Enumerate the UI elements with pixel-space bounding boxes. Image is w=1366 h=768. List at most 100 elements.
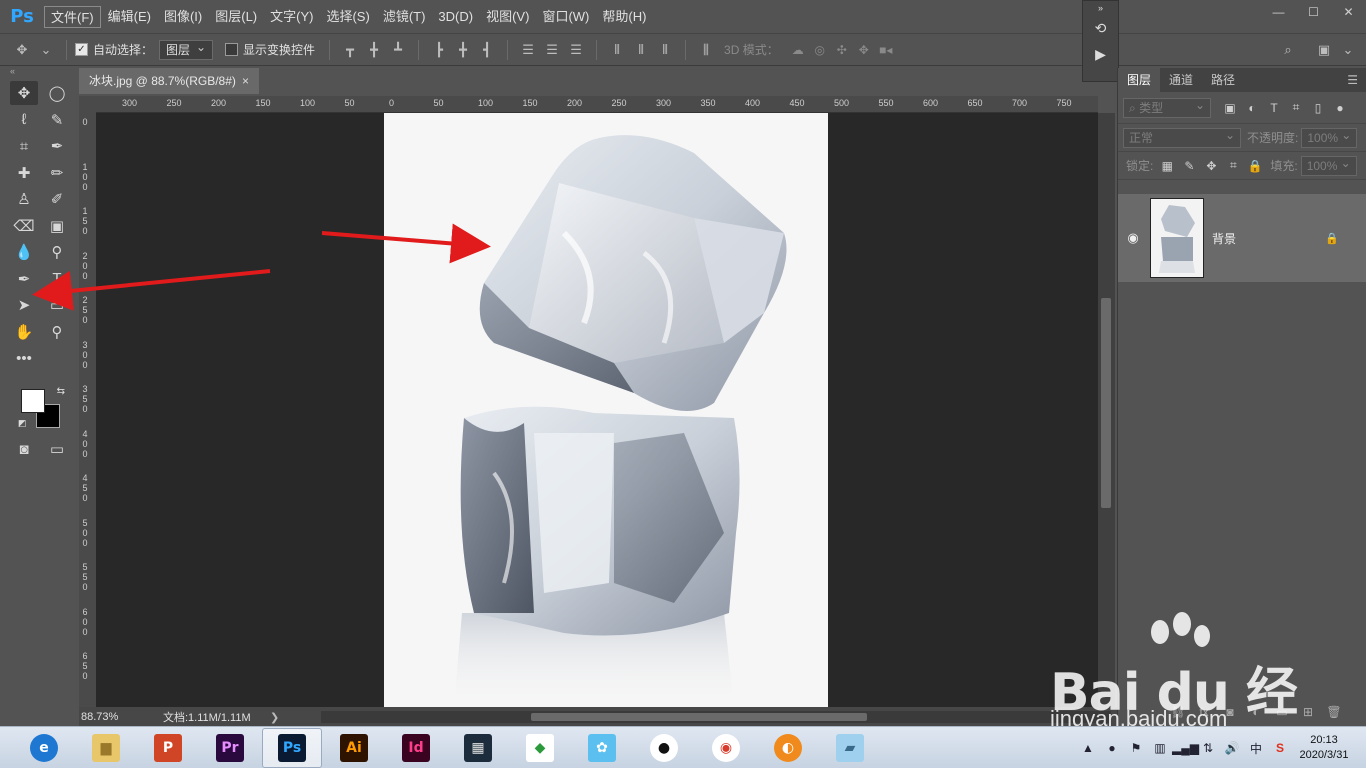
auto-select-target-dropdown[interactable]: 图层 xyxy=(159,38,214,60)
workspace-icon[interactable]: ▣ xyxy=(1314,40,1334,60)
screen-mode-icon[interactable]: ▭ xyxy=(43,437,71,461)
smart-object-filter-icon[interactable]: ▯ xyxy=(1307,101,1329,115)
blend-mode-dropdown[interactable]: 正常 xyxy=(1123,126,1241,148)
horizontal-scrollbar-thumb[interactable] xyxy=(531,713,867,721)
rectangle-tool-icon[interactable]: ▭ xyxy=(43,293,71,317)
adjustment-layer-icon[interactable]: ◐ xyxy=(1243,705,1269,719)
foreground-color[interactable] xyxy=(21,389,45,413)
play-actions-icon[interactable]: ▶ xyxy=(1083,41,1118,67)
move-tool-icon[interactable]: ✥ xyxy=(12,40,32,60)
visibility-eye-icon[interactable]: ◉ xyxy=(1118,230,1148,246)
menu-select[interactable]: 选择(S) xyxy=(320,6,375,28)
menu-help[interactable]: 帮助(H) xyxy=(596,6,652,28)
connection-icon[interactable]: ⇅ xyxy=(1196,741,1220,755)
menu-layer[interactable]: 图层(L) xyxy=(209,6,263,28)
menu-filter[interactable]: 滤镜(T) xyxy=(377,6,432,28)
taskbar-notes[interactable]: ▰ xyxy=(820,728,880,768)
device-icon[interactable]: ▥ xyxy=(1148,741,1172,755)
link-layers-icon[interactable]: ⛓ xyxy=(1165,705,1191,719)
taskbar-photoshop[interactable]: Ps xyxy=(262,727,322,768)
lock-all-icon[interactable]: 🔒 xyxy=(1244,159,1266,173)
align-hcenter-icon[interactable]: ╋ xyxy=(453,40,473,60)
distribute-vcenter-icon[interactable]: ☰ xyxy=(542,40,562,60)
vertical-scrollbar-thumb[interactable] xyxy=(1101,298,1111,508)
flag-icon[interactable]: ⚑ xyxy=(1124,741,1148,755)
ruler-top[interactable]: 300 250 200 150 100 50 0 50 100 150 200 250 300 350 40… xyxy=(96,96,1098,113)
history-icon[interactable]: ⟲ xyxy=(1083,15,1118,41)
ruler-left[interactable]: 0 100 150 200 250 300 350 400 450 500 550 600 650 xyxy=(79,113,96,707)
chevron-down-icon[interactable]: ⌄ xyxy=(1338,40,1358,60)
tab-channels[interactable]: 通道 xyxy=(1160,68,1202,92)
delete-layer-icon[interactable]: 🗑 xyxy=(1321,705,1347,719)
zoom-tool-icon[interactable]: ⚲ xyxy=(43,320,71,344)
distribute-hcenter-icon[interactable]: ⫴ xyxy=(631,40,651,60)
clone-stamp-tool-icon[interactable]: ♙ xyxy=(10,187,38,211)
document-tab[interactable]: 冰块.jpg @ 88.7%(RGB/8#) × xyxy=(79,68,259,94)
align-top-icon[interactable]: ┳ xyxy=(340,40,360,60)
healing-brush-tool-icon[interactable]: ✚ xyxy=(10,161,38,185)
taskbar-color-app[interactable]: ◆ xyxy=(510,728,570,768)
minimize-button[interactable]: — xyxy=(1261,0,1296,24)
drag-3d-icon[interactable]: ✣ xyxy=(831,43,853,57)
layer-style-icon[interactable]: fx xyxy=(1191,705,1217,719)
auto-align-icon[interactable]: ⫼ xyxy=(696,40,716,60)
auto-select-checkbox[interactable]: ✓ xyxy=(75,43,88,56)
gradient-tool-icon[interactable]: ▣ xyxy=(43,214,71,238)
layer-row-background[interactable]: ◉ 背景 🔒 xyxy=(1118,194,1366,282)
quick-mask-icon[interactable]: ◙ xyxy=(10,437,38,461)
menu-view[interactable]: 视图(V) xyxy=(480,6,535,28)
canvas-area[interactable] xyxy=(96,113,1098,707)
input-method[interactable]: 中 xyxy=(1244,740,1268,757)
pen-tool-icon[interactable]: ✒ xyxy=(10,267,38,291)
taskbar-chrome[interactable]: ◉ xyxy=(696,728,756,768)
collapse-tools-icon[interactable]: « xyxy=(0,66,77,80)
type-filter-icon[interactable]: T xyxy=(1263,101,1285,115)
move-tool-icon[interactable]: ✥ xyxy=(10,81,38,106)
vertical-scrollbar[interactable] xyxy=(1098,113,1115,707)
qq-tray-icon[interactable]: ● xyxy=(1100,741,1124,755)
horizontal-scrollbar[interactable] xyxy=(321,711,1111,723)
taskbar-illustrator[interactable]: Ai xyxy=(324,728,384,768)
menu-3d[interactable]: 3D(D) xyxy=(432,6,479,28)
align-bottom-icon[interactable]: ┻ xyxy=(388,40,408,60)
menu-window[interactable]: 窗口(W) xyxy=(536,6,595,28)
more-tools-icon[interactable]: ••• xyxy=(10,346,38,370)
taskbar-video-editor[interactable]: ▦ xyxy=(448,728,508,768)
tab-layers[interactable]: 图层 xyxy=(1118,68,1161,92)
menu-image[interactable]: 图像(I) xyxy=(158,6,208,28)
swap-colors-icon[interactable]: ⇆ xyxy=(57,386,65,397)
clock[interactable]: 20:13 2020/3/31 xyxy=(1292,733,1356,763)
fill-input[interactable]: 100% xyxy=(1300,154,1357,176)
close-document-icon[interactable]: × xyxy=(242,68,249,94)
add-mask-icon[interactable]: ◙ xyxy=(1217,705,1243,719)
crop-tool-icon[interactable]: ⌗ xyxy=(10,134,38,158)
brush-tool-icon[interactable]: ✏ xyxy=(43,161,71,185)
maximize-button[interactable]: ☐ xyxy=(1296,0,1331,24)
adjustment-filter-icon[interactable]: ◐ xyxy=(1241,101,1263,115)
ice-cube-image[interactable] xyxy=(384,113,828,707)
image-filter-icon[interactable]: ▣ xyxy=(1219,101,1241,115)
collapse-icon[interactable]: » xyxy=(1083,1,1118,15)
hand-tool-icon[interactable]: ✋ xyxy=(10,320,38,344)
taskbar-qq[interactable]: ● xyxy=(634,728,694,768)
orbit-3d-icon[interactable]: ☁ xyxy=(787,43,809,57)
scale-3d-icon[interactable]: ■◂ xyxy=(875,43,897,57)
tab-paths[interactable]: 路径 xyxy=(1202,68,1244,92)
volume-icon[interactable]: 🔊 xyxy=(1220,741,1244,755)
filter-toggle-icon[interactable]: ● xyxy=(1329,101,1351,115)
taskbar-explorer[interactable]: ▆ xyxy=(76,728,136,768)
layer-name[interactable]: 背景 xyxy=(1212,230,1236,247)
taskbar-browser[interactable]: ◐ xyxy=(758,728,818,768)
type-tool-icon[interactable]: T xyxy=(43,267,71,291)
close-button[interactable]: ✕ xyxy=(1331,0,1366,24)
show-transform-checkbox[interactable] xyxy=(225,43,239,56)
new-group-icon[interactable]: ▭ xyxy=(1269,705,1295,719)
network-icon[interactable]: ▂▄▆ xyxy=(1172,741,1199,755)
path-select-tool-icon[interactable]: ➤ xyxy=(10,293,38,317)
status-menu-icon[interactable]: ❯ xyxy=(270,711,290,724)
align-left-icon[interactable]: ┣ xyxy=(429,40,449,60)
taskbar-powerpoint[interactable]: P xyxy=(138,728,198,768)
lock-image-icon[interactable]: ✎ xyxy=(1178,159,1200,173)
taskbar-indesign[interactable]: Id xyxy=(386,728,446,768)
panel-menu-icon[interactable]: ☰ xyxy=(1347,73,1358,87)
